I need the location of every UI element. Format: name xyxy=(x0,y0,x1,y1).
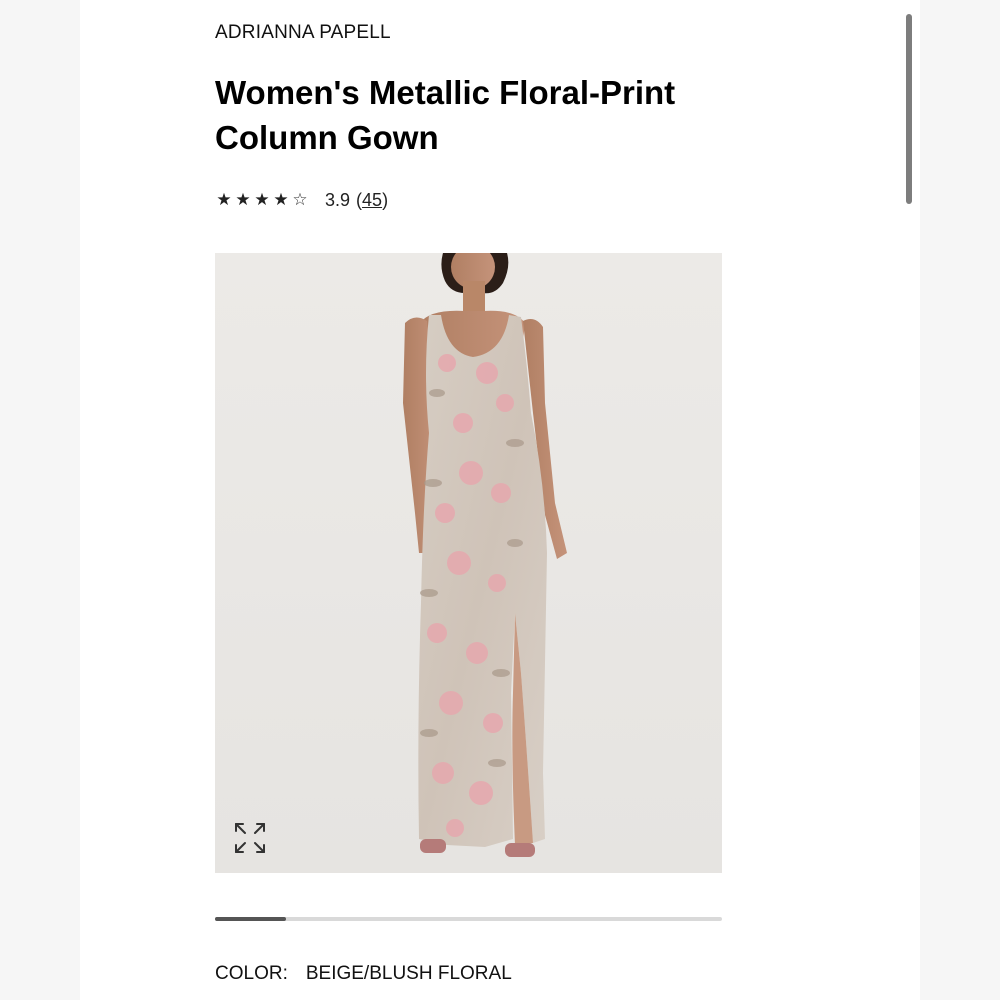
gallery-progress-track xyxy=(215,917,722,921)
star-empty-icon: ☆ xyxy=(292,190,308,209)
product-title: Women's Metallic Floral-Print Column Gow… xyxy=(215,74,676,156)
expand-image-button[interactable] xyxy=(232,820,268,856)
color-label: COLOR: xyxy=(215,963,288,984)
review-count-link[interactable]: 45 xyxy=(362,190,382,210)
brand-name[interactable]: ADRIANNA PAPELL xyxy=(215,22,391,44)
product-rating: ★ ★ ★ ★ ☆ 3.9 (45) xyxy=(215,186,388,214)
review-count: (45) xyxy=(356,189,389,210)
color-selection: COLOR: BEIGE/BLUSH FLORAL xyxy=(215,963,512,985)
star-icon: ★ xyxy=(254,190,270,209)
expand-arrows-icon xyxy=(235,823,265,853)
rating-score: 3.9 xyxy=(325,189,351,210)
star-icon: ★ xyxy=(216,190,232,209)
star-icon: ★ xyxy=(235,190,251,209)
star-icon: ★ xyxy=(273,190,289,209)
page-scrollbar[interactable] xyxy=(906,14,912,204)
gallery-progress-fill xyxy=(215,917,286,921)
color-value: BEIGE/BLUSH FLORAL xyxy=(305,963,512,984)
product-image[interactable] xyxy=(215,253,722,873)
product-photo-illustration xyxy=(215,253,722,873)
rating-stars: ★ ★ ★ ★ ☆ xyxy=(215,190,309,210)
